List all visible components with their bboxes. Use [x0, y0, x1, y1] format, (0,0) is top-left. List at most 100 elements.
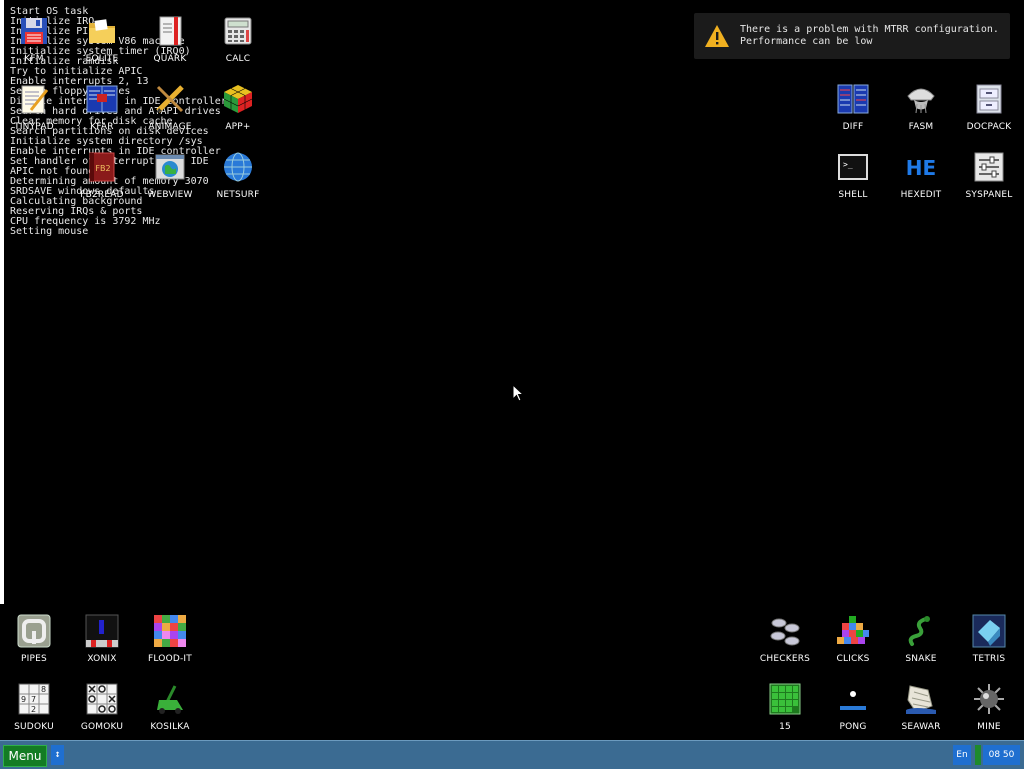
tetris-icon	[972, 614, 1006, 648]
mouse-cursor-icon	[512, 383, 525, 406]
desktop-icon-15[interactable]: 15	[751, 672, 819, 738]
icon-label: MINE	[977, 722, 1001, 732]
desktop-icon-app-plus[interactable]: APP+	[204, 72, 272, 138]
keyboard-layout-indicator[interactable]: En	[953, 745, 971, 765]
icon-label: 15	[779, 722, 791, 732]
icon-label: PONG	[839, 722, 867, 732]
desktop-icon-fb2read[interactable]: FB2 FB2READ	[68, 140, 136, 206]
icon-label: SUDOKU	[14, 722, 54, 732]
cube-icon	[221, 82, 255, 116]
notebook-icon	[153, 14, 187, 48]
desktop-icon-netsurf[interactable]: NETSURF	[204, 140, 272, 206]
panels-icon	[85, 82, 119, 116]
web-page-icon	[153, 150, 187, 184]
desktop-icon-fasm[interactable]: FASM	[887, 72, 955, 138]
desktop-icon-xonix[interactable]: XONIX	[68, 604, 136, 670]
color-grid-icon	[153, 614, 187, 648]
pencil-icon	[153, 82, 187, 116]
notification-line-1: There is a problem with MTRR configurati…	[740, 24, 999, 35]
diff-icon	[836, 82, 870, 116]
icon-label: ANIMAGE	[148, 122, 192, 132]
icon-label: SHELL	[838, 190, 868, 200]
desktop-icon-pipes[interactable]: PIPES	[0, 604, 68, 670]
desktop-icon-webview[interactable]: WEBVIEW	[136, 140, 204, 206]
desktop-icon-quark[interactable]: QUARK	[136, 4, 204, 70]
desktop-icon-docpack[interactable]: DOCPACK	[955, 72, 1023, 138]
desktop-icon-checkers[interactable]: CHECKERS	[751, 604, 819, 670]
desktop-icon-mine[interactable]: MINE	[955, 672, 1023, 738]
menu-button[interactable]: Menu	[3, 745, 47, 767]
icon-label: DOCPACK	[966, 122, 1012, 132]
icon-label: CALC	[225, 54, 251, 64]
warning-icon	[704, 24, 730, 48]
svg-text:9: 9	[21, 695, 26, 704]
icon-label: PIPES	[21, 654, 47, 664]
taskbar: Menu ↕ En 08 50	[0, 740, 1024, 769]
desktop-icon-hexedit[interactable]: HE HEXEDIT	[887, 140, 955, 206]
desktop-icon-flood-it[interactable]: FLOOD-IT	[136, 604, 204, 670]
desktop-icon-sudoku[interactable]: 8 972 SUDOKU	[0, 672, 68, 738]
mtrr-notification[interactable]: There is a problem with MTRR configurati…	[694, 13, 1010, 59]
pong-icon	[836, 682, 870, 716]
svg-text:2: 2	[31, 705, 36, 714]
sudoku-icon: 8 972	[17, 682, 51, 716]
desktop-icon-kosilka[interactable]: KOSILKA	[136, 672, 204, 738]
desktop-icon-shell[interactable]: >_ SHELL	[819, 140, 887, 206]
clock[interactable]: 08 50	[983, 745, 1020, 765]
notification-text: There is a problem with MTRR configurati…	[740, 24, 999, 48]
desktop-icon-kfm[interactable]: KFM	[0, 4, 68, 70]
ship-icon	[904, 682, 938, 716]
desktop-icon-snake[interactable]: SNAKE	[887, 604, 955, 670]
icon-label: XONIX	[87, 654, 117, 664]
svg-text:7: 7	[31, 695, 36, 704]
blocks-icon	[836, 614, 870, 648]
terminal-icon: >_	[836, 150, 870, 184]
svg-text:8: 8	[41, 685, 46, 694]
desktop-icon-tinypad[interactable]: TINYPAD	[0, 72, 68, 138]
tray-separator	[975, 745, 981, 765]
window-switch-button[interactable]: ↕	[51, 745, 64, 765]
checkers-icon	[768, 614, 802, 648]
icon-label: EOLITE	[85, 54, 119, 64]
icon-label: KOSILKA	[150, 722, 190, 732]
icon-label: KFAR	[90, 122, 114, 132]
xonix-icon	[85, 614, 119, 648]
lawnmower-icon	[153, 682, 187, 716]
globe-icon	[221, 150, 255, 184]
pipes-icon	[17, 614, 51, 648]
mine-icon	[972, 682, 1006, 716]
desktop-icon-eolite[interactable]: EOLITE	[68, 4, 136, 70]
icon-label: SNAKE	[905, 654, 937, 664]
icon-label: FB2READ	[80, 190, 124, 200]
icon-label: APP+	[225, 122, 251, 132]
icon-label: NETSURF	[216, 190, 260, 200]
desktop-icon-clicks[interactable]: CLICKS	[819, 604, 887, 670]
desktop-icon-gomoku[interactable]: GOMOKU	[68, 672, 136, 738]
fasm-icon	[904, 82, 938, 116]
drawer-icon	[972, 82, 1006, 116]
icon-label: TETRIS	[972, 654, 1006, 664]
desktop-icon-pong[interactable]: PONG	[819, 672, 887, 738]
svg-text:>_: >_	[843, 160, 853, 169]
icon-label: KFM	[24, 54, 44, 64]
desktop-icon-tetris[interactable]: TETRIS	[955, 604, 1023, 670]
icon-label: QUARK	[153, 54, 187, 64]
desktop-icon-animage[interactable]: ANIMAGE	[136, 72, 204, 138]
desktop-icon-seawar[interactable]: SEAWAR	[887, 672, 955, 738]
desktop-icon-kfar[interactable]: KFAR	[68, 72, 136, 138]
svg-text:FB2: FB2	[95, 164, 110, 173]
desktop-icon-calc[interactable]: CALC	[204, 4, 272, 70]
gomoku-icon	[85, 682, 119, 716]
icon-label: SEAWAR	[901, 722, 941, 732]
icon-label: DIFF	[842, 122, 864, 132]
desktop-icon-diff[interactable]: DIFF	[819, 72, 887, 138]
folder-icon	[85, 14, 119, 48]
icon-label: FASM	[908, 122, 934, 132]
icon-label: WEBVIEW	[147, 190, 193, 200]
book-icon: FB2	[85, 150, 119, 184]
icon-label: SYSPANEL	[965, 190, 1013, 200]
icon-label: GOMOKU	[80, 722, 124, 732]
icon-label: CHECKERS	[759, 654, 811, 664]
desktop-icon-syspanel[interactable]: SYSPANEL	[955, 140, 1023, 206]
fifteen-icon	[768, 682, 802, 716]
